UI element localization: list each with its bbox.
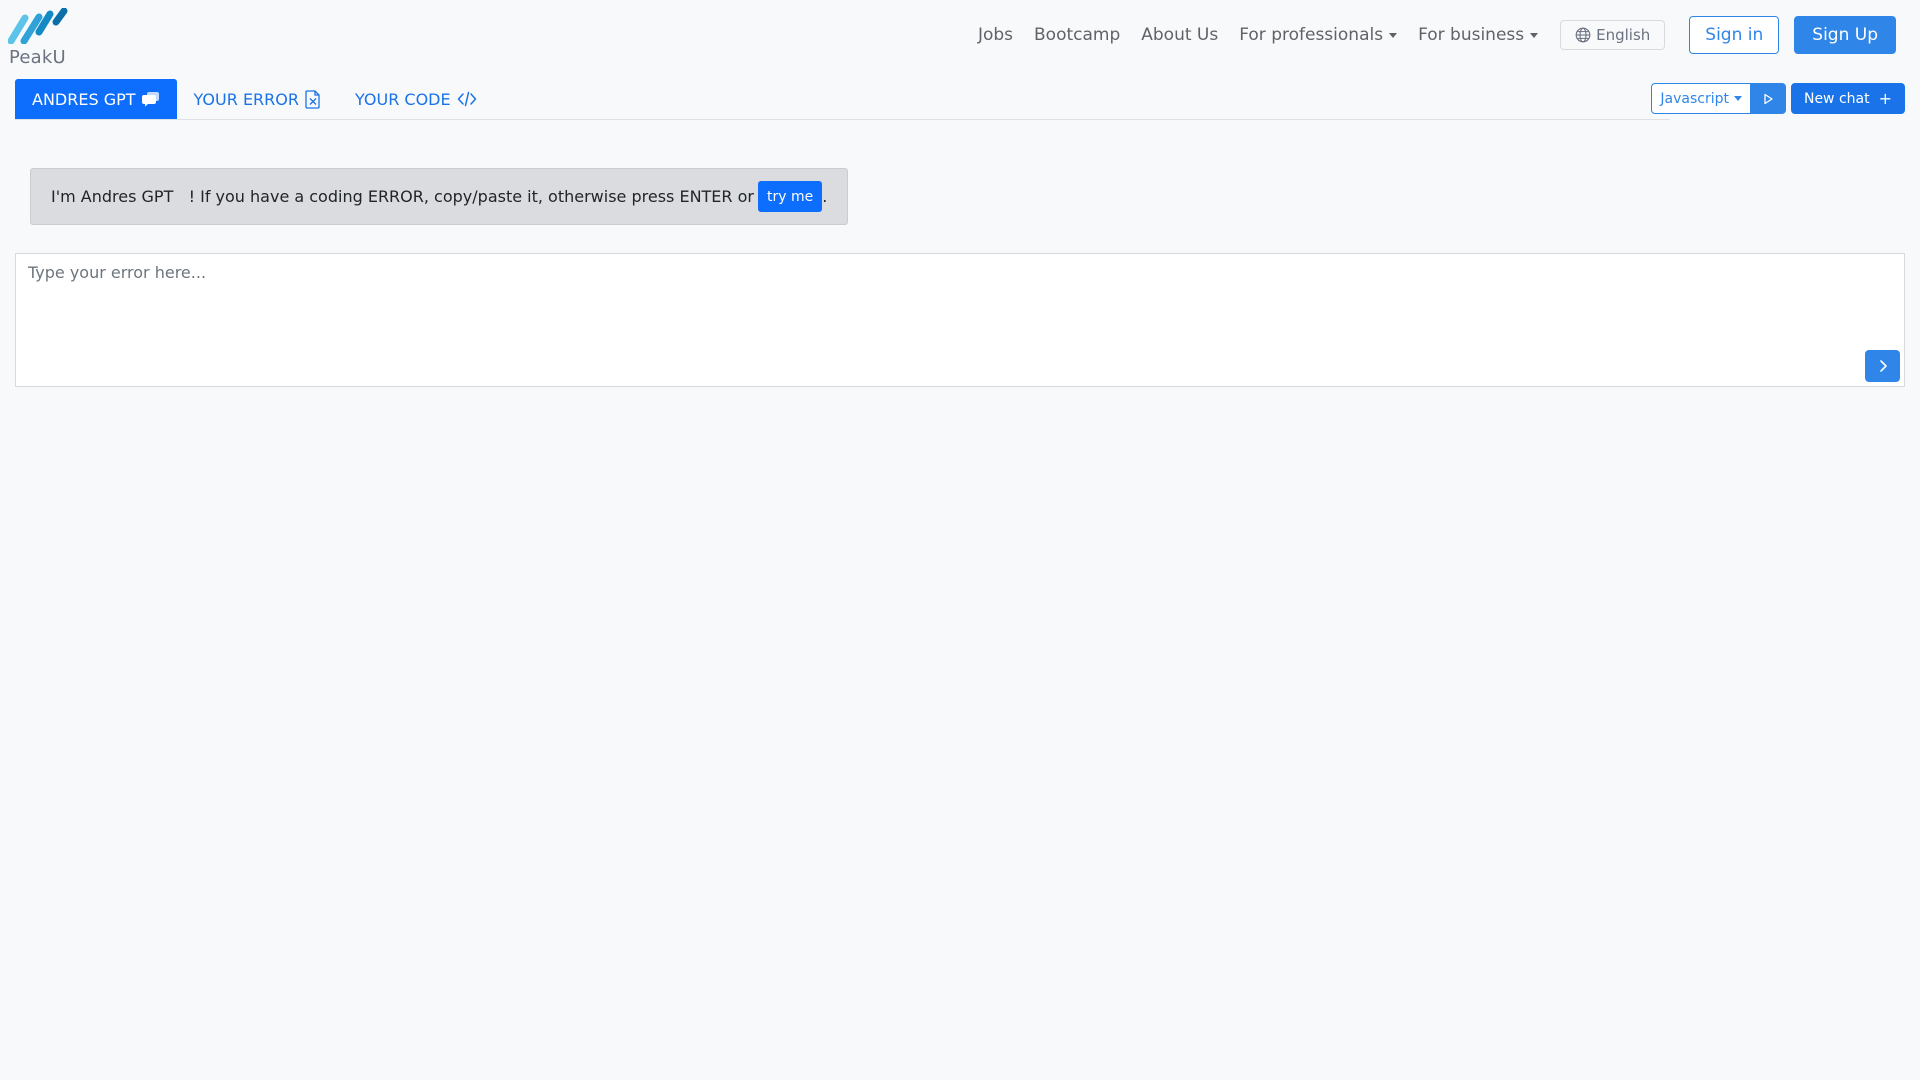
chat-tabs: ANDRES GPT YOUR ERROR YOUR CODE xyxy=(15,79,1670,120)
assistant-message-text: I'm Andres GPT ! If you have a coding ER… xyxy=(51,187,754,206)
try-me-button[interactable]: try me xyxy=(757,181,823,212)
logo-text: PeakU xyxy=(9,47,66,68)
error-input-container xyxy=(15,253,1905,387)
language-selector[interactable]: English xyxy=(1560,20,1666,50)
nav-for-business-dropdown[interactable]: For business xyxy=(1418,25,1539,45)
nav-jobs[interactable]: Jobs xyxy=(978,25,1013,45)
code-icon xyxy=(457,91,477,107)
message-trailing-period: . xyxy=(822,187,828,206)
language-label: English xyxy=(1596,26,1651,44)
run-button[interactable] xyxy=(1750,83,1786,114)
globe-icon xyxy=(1575,27,1591,43)
tab-andres-gpt-label: ANDRES GPT xyxy=(32,89,136,109)
send-button[interactable] xyxy=(1865,350,1900,382)
peaku-logo[interactable]: PeakU xyxy=(8,8,72,68)
tab-your-code[interactable]: YOUR CODE xyxy=(338,79,494,119)
caret-down-icon xyxy=(1530,32,1539,38)
play-icon xyxy=(1764,93,1774,104)
nav-for-professionals-label: For professionals xyxy=(1239,25,1384,45)
tab-your-error[interactable]: YOUR ERROR xyxy=(177,79,338,119)
main-nav: Jobs Bootcamp About Us For professionals… xyxy=(978,16,1896,54)
error-input[interactable] xyxy=(16,254,1904,386)
nav-about-us[interactable]: About Us xyxy=(1141,25,1218,45)
tab-your-code-label: YOUR CODE xyxy=(355,89,451,109)
tab-your-error-label: YOUR ERROR xyxy=(193,89,299,109)
new-chat-button[interactable]: New chat + xyxy=(1790,83,1905,114)
caret-down-icon xyxy=(1389,32,1398,38)
new-chat-label: New chat xyxy=(1803,90,1870,107)
sign-up-button[interactable]: Sign Up xyxy=(1794,16,1896,54)
nav-bootcamp[interactable]: Bootcamp xyxy=(1034,25,1120,45)
nav-for-professionals-dropdown[interactable]: For professionals xyxy=(1239,25,1398,45)
code-language-select[interactable]: Javascript xyxy=(1651,83,1751,114)
plus-icon: + xyxy=(1878,89,1892,108)
nav-for-business-label: For business xyxy=(1418,25,1525,45)
tab-andres-gpt[interactable]: ANDRES GPT xyxy=(15,79,177,119)
sign-in-button[interactable]: Sign in xyxy=(1689,16,1780,54)
peaku-logo-icon xyxy=(8,8,68,44)
file-x-icon xyxy=(305,89,321,109)
chat-toolbar: Javascript New chat + xyxy=(1651,83,1905,114)
top-navbar: PeakU Jobs Bootcamp About Us For profess… xyxy=(0,0,1920,72)
assistant-message: I'm Andres GPT ! If you have a coding ER… xyxy=(30,168,849,225)
code-language-label: Javascript xyxy=(1660,90,1729,107)
caret-down-icon xyxy=(1733,96,1742,101)
chat-icon xyxy=(141,91,160,107)
chevron-right-icon xyxy=(1879,360,1887,372)
